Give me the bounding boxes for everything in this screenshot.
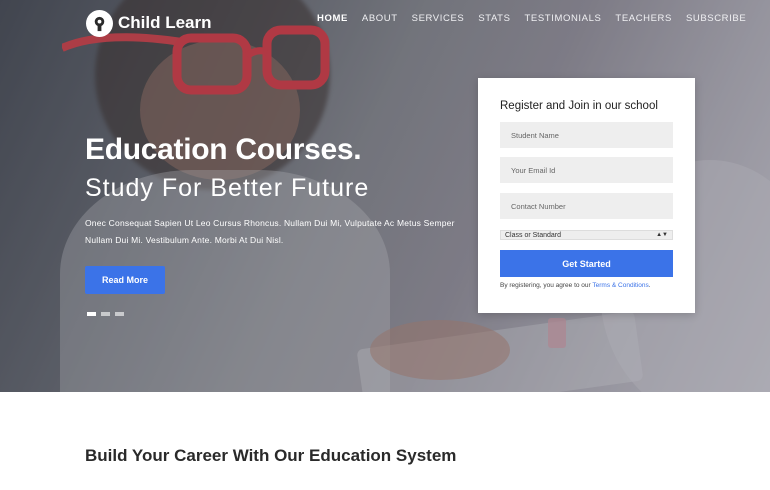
- student-name-input[interactable]: [500, 122, 673, 148]
- main-nav: HOME ABOUT SERVICES STATS TESTIMONIALS T…: [317, 13, 760, 24]
- nav-about[interactable]: ABOUT: [362, 13, 398, 24]
- contact-number-input[interactable]: [500, 193, 673, 219]
- email-input[interactable]: [500, 157, 673, 183]
- brand-name: Child Learn: [118, 13, 212, 32]
- slider-dots: [87, 312, 124, 316]
- slider-dot-2[interactable]: [101, 312, 110, 316]
- section-title: Build Your Career With Our Education Sys…: [85, 446, 457, 465]
- brand-logo[interactable]: Child Learn: [86, 9, 212, 37]
- terms-text: By registering, you agree to our Terms &…: [500, 282, 651, 289]
- slider-dot-1[interactable]: [87, 312, 96, 316]
- brain-icon: [86, 9, 113, 37]
- class-select-value: Class or Standard: [505, 231, 562, 239]
- class-select[interactable]: Class or Standard ▲▼: [500, 230, 673, 240]
- nav-stats[interactable]: STATS: [478, 13, 510, 24]
- nav-home[interactable]: HOME: [317, 13, 348, 24]
- form-title: Register and Join in our school: [500, 100, 658, 112]
- nav-subscribe[interactable]: SUBSCRIBE: [686, 13, 746, 24]
- get-started-button[interactable]: Get Started: [500, 250, 673, 277]
- hero-banner: Child Learn HOME ABOUT SERVICES STATS TE…: [0, 0, 770, 392]
- terms-prefix: By registering, you agree to our: [500, 282, 593, 289]
- hero-description: Onec Consequat Sapien Ut Leo Cursus Rhon…: [85, 218, 455, 245]
- hero-subheadline: Study For Better Future: [85, 174, 370, 202]
- nav-testimonials[interactable]: TESTIMONIALS: [525, 13, 602, 24]
- nav-services[interactable]: SERVICES: [412, 13, 465, 24]
- nav-teachers[interactable]: TEACHERS: [615, 13, 672, 24]
- slider-dot-3[interactable]: [115, 312, 124, 316]
- select-arrows-icon: ▲▼: [656, 232, 668, 238]
- hero-headline: Education Courses.: [85, 133, 362, 166]
- terms-suffix: .: [648, 282, 651, 289]
- registration-form: Register and Join in our school Class or…: [478, 78, 695, 313]
- terms-link[interactable]: Terms & Conditions: [592, 282, 648, 289]
- read-more-button[interactable]: Read More: [85, 266, 165, 294]
